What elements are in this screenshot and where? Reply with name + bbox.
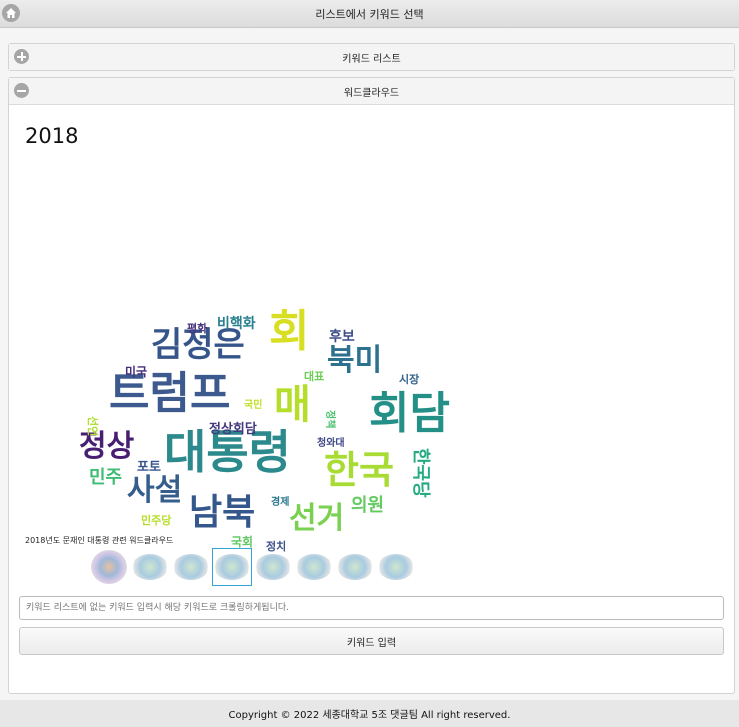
keyword-input[interactable] xyxy=(19,596,724,620)
plus-icon xyxy=(14,49,29,64)
page-title: 리스트에서 키워드 선택 xyxy=(315,7,424,21)
keyword-submit-button[interactable]: 키워드 입력 xyxy=(19,627,724,655)
thumbnail-image xyxy=(173,554,209,580)
thumbnail-image xyxy=(214,554,250,580)
thumbnail-image xyxy=(91,550,127,584)
keyword-list-label: 키워드 리스트 xyxy=(342,53,401,65)
wordcloud-word: 선거 xyxy=(289,501,344,536)
wordcloud-word: 민주당 xyxy=(141,513,171,527)
wordcloud-thumbnail[interactable] xyxy=(335,548,375,586)
wordcloud-word: 회담 xyxy=(369,388,450,439)
wordcloud-word: 북미 xyxy=(327,343,382,378)
wordcloud-caption: 2018년도 문재인 대통령 관련 워드클라우드 xyxy=(25,536,174,545)
thumbnail-image xyxy=(132,554,168,580)
wordcloud-thumbnail[interactable] xyxy=(294,548,334,586)
wordcloud-word: 한국당 xyxy=(410,448,431,498)
wordcloud-word: 포토 xyxy=(137,460,161,475)
home-icon xyxy=(6,8,16,18)
wordcloud-thumbnail[interactable] xyxy=(253,548,293,586)
footer-copyright: Copyright © 2022 세종대학교 5조 댓글팀 All right … xyxy=(0,700,739,727)
app-header: 리스트에서 키워드 선택 xyxy=(0,0,739,28)
wordcloud-word: 후보 xyxy=(329,329,355,345)
thumbnail-image xyxy=(378,554,414,580)
thumbnail-image xyxy=(255,554,291,580)
wordcloud-header[interactable]: 워드클라우드 xyxy=(9,78,734,105)
wordcloud-word: 민주 xyxy=(89,467,122,488)
wordcloud-word: 정상회담 xyxy=(209,421,257,437)
thumbnail-image xyxy=(337,554,373,580)
wordcloud-label: 워드클라우드 xyxy=(343,87,400,99)
wordcloud-word: 선언 xyxy=(86,416,100,436)
thumbnail-strip xyxy=(89,548,416,586)
minus-icon xyxy=(14,83,29,98)
wordcloud-word: 경제 xyxy=(271,495,289,508)
wordcloud-image: 대통령트럼프회회담김정은남북한국정상사설북미선거매민주의원비핵화후보정상회담미국… xyxy=(79,283,450,553)
wordcloud-year: 2018 xyxy=(25,124,79,148)
wordcloud-word: 사설 xyxy=(127,473,182,508)
thumbnail-image xyxy=(296,554,332,580)
wordcloud-thumbnail[interactable] xyxy=(171,548,211,586)
wordcloud-thumbnail[interactable] xyxy=(130,548,170,586)
wordcloud-word: 평화 xyxy=(187,321,207,335)
wordcloud-word: 대표 xyxy=(304,369,324,383)
wordcloud-word: 청와대 xyxy=(317,436,345,449)
wordcloud-word: 의원 xyxy=(351,495,384,516)
wordcloud-word: 국민 xyxy=(244,398,262,411)
wordcloud-word: 회 xyxy=(269,306,309,357)
keyword-list-panel[interactable]: 키워드 리스트 xyxy=(8,43,735,71)
wordcloud-panel: 워드클라우드 2018 대통령 트럼프 회 회담 김정은 남북 한국 정상 사설 북미 선거 매 민주 의… xyxy=(8,77,735,694)
wordcloud-word: 미국 xyxy=(125,364,147,379)
wordcloud-word: 비핵화 xyxy=(217,316,256,332)
wordcloud-word: 매 xyxy=(274,382,311,428)
wordcloud-thumbnail[interactable] xyxy=(89,548,129,586)
wordcloud-word: 정책 xyxy=(324,410,337,428)
wordcloud-thumbnail[interactable] xyxy=(212,548,252,586)
home-button[interactable] xyxy=(2,4,20,22)
wordcloud-word: 국회 xyxy=(231,534,253,549)
wordcloud-word: 시장 xyxy=(399,372,419,386)
keyword-list-header[interactable]: 키워드 리스트 xyxy=(9,44,734,70)
wordcloud-word: 남북 xyxy=(189,492,255,533)
wordcloud-thumbnail[interactable] xyxy=(376,548,416,586)
wordcloud-word: 한국 xyxy=(324,448,394,492)
